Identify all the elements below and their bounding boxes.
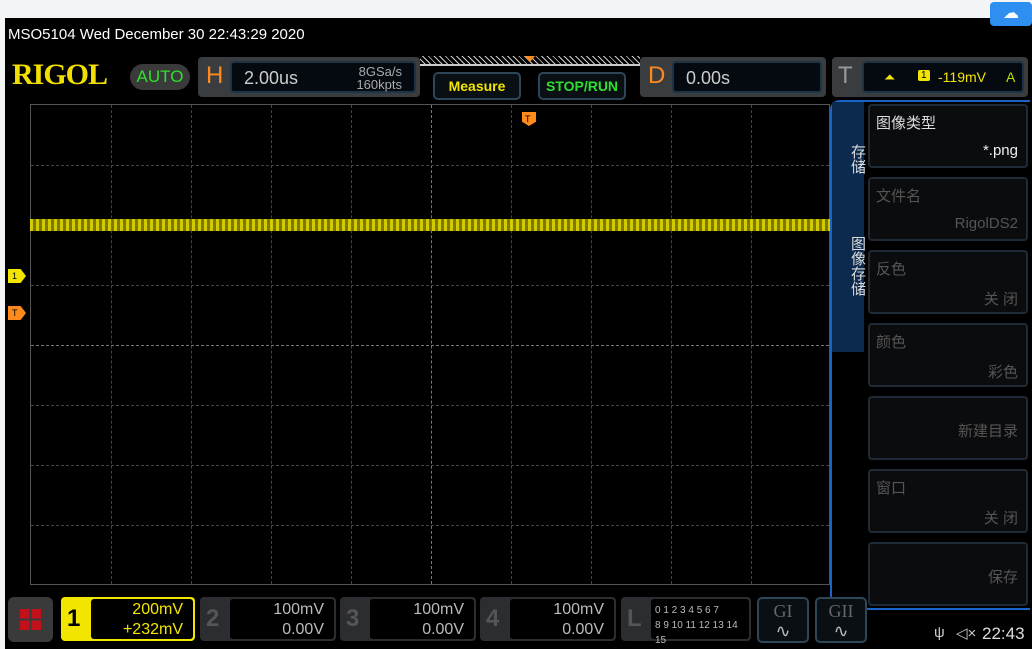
menu-image-type[interactable]: 图像类型 *.png xyxy=(868,104,1028,168)
menu-invert[interactable]: 反色关 闭 xyxy=(868,250,1028,314)
delay-panel[interactable]: D 0.00s xyxy=(640,57,826,97)
menu-window[interactable]: 窗口关 闭 xyxy=(868,469,1028,533)
channel-1-button[interactable]: 1 200mV +232mV xyxy=(61,597,195,641)
memory-depth: 160kpts xyxy=(356,77,402,92)
menu-tabs: 存储 图像存储 xyxy=(832,102,866,352)
rigol-logo: RIGOL xyxy=(12,58,108,91)
channel-2-button[interactable]: 2 100mV 0.00V xyxy=(200,597,336,641)
trigger-status: AUTO xyxy=(130,64,190,90)
timebase: 2.00us xyxy=(244,68,299,88)
logic-channels-8-15: 8 9 10 11 12 13 14 15 xyxy=(655,620,738,646)
clock: 22:43 xyxy=(982,624,1025,643)
trigger-panel[interactable]: T ⏶ 1 -119mV A xyxy=(832,57,1028,97)
channel-4-button[interactable]: 4 100mV 0.00V xyxy=(480,597,616,641)
logic-analyzer-button[interactable]: L0 1 2 3 4 5 6 78 9 10 11 12 13 14 15 xyxy=(621,597,751,646)
tab-image-save[interactable]: 图像存储 xyxy=(836,236,868,296)
channel-3-button[interactable]: 3 100mV 0.00V xyxy=(340,597,476,641)
menu-save[interactable]: 保存 xyxy=(868,542,1028,606)
mute-icon[interactable]: ◁× xyxy=(956,624,976,642)
trigger-level: -119mV xyxy=(938,69,986,85)
trigger-mode: A xyxy=(1006,69,1016,85)
menu-color[interactable]: 颜色 彩色 xyxy=(868,323,1028,387)
rising-edge-icon: ⏶ xyxy=(884,69,896,85)
stop-run-button[interactable]: STOP/RUN xyxy=(538,72,626,100)
horizontal-panel[interactable]: H 2.00us 8GSa/s 160kpts xyxy=(198,57,420,97)
d-label: D xyxy=(648,62,666,89)
tab-storage[interactable]: 存储 xyxy=(836,144,868,174)
cloud-icon[interactable]: ☁ xyxy=(990,2,1032,26)
delay-value: 0.00s xyxy=(686,68,731,88)
trigger-position-icon xyxy=(525,56,535,62)
generator-2-button[interactable]: GII ∿ xyxy=(815,597,867,643)
menu-new-folder[interactable]: 新建目录 xyxy=(868,396,1028,460)
menu-file-name[interactable]: 文件名 RigolDS2 xyxy=(868,177,1028,241)
main-menu-button[interactable] xyxy=(8,597,53,642)
usb-icon: ψ xyxy=(934,624,945,641)
grid-icon xyxy=(20,609,41,630)
t-label: T xyxy=(838,62,853,89)
sine-icon: ∿ xyxy=(775,621,791,641)
sine-icon: ∿ xyxy=(833,621,849,641)
logic-channels-0-7: 0 1 2 3 4 5 6 7 xyxy=(655,605,719,616)
measure-button[interactable]: Measure xyxy=(433,72,521,100)
generator-1-button[interactable]: GI ∿ xyxy=(757,597,809,643)
trigger-source: 1 xyxy=(918,70,930,81)
h-label: H xyxy=(206,62,224,89)
waveform-grid[interactable] xyxy=(30,104,830,585)
title-bar: MSO5104 Wed December 30 22:43:29 2020 xyxy=(8,26,305,43)
